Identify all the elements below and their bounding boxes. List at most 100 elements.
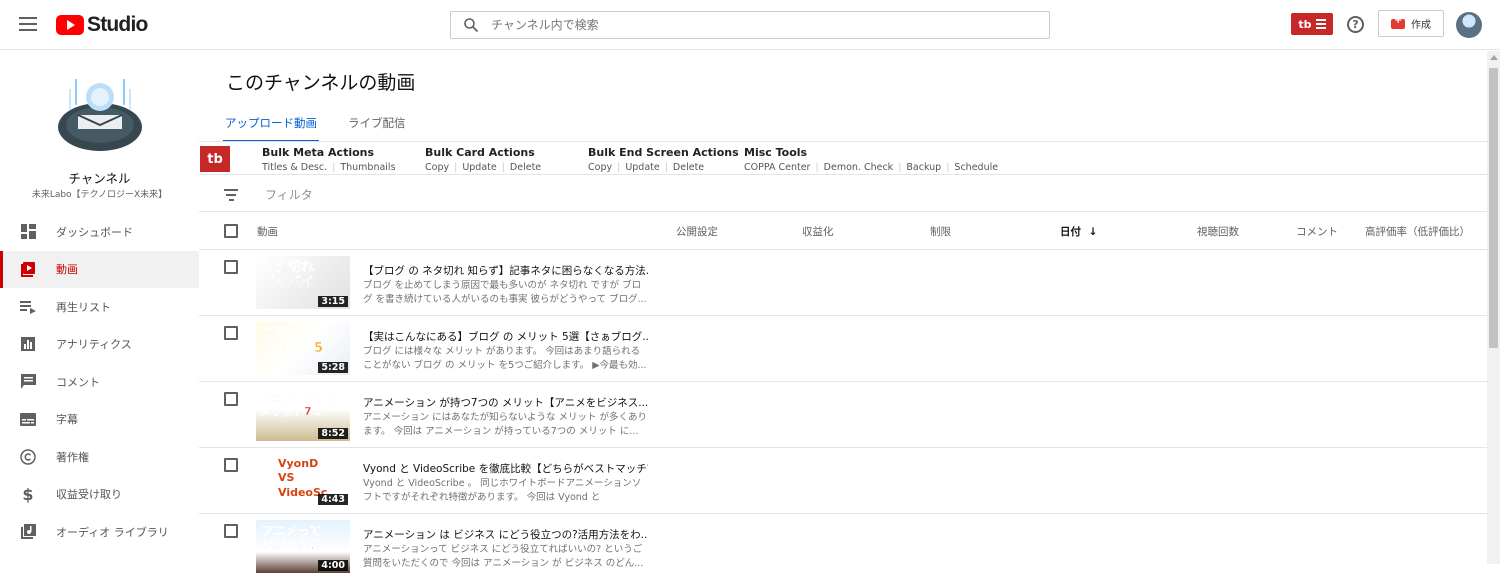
sidebar-item-playlists[interactable]: 再生リスト bbox=[0, 288, 199, 326]
channel-subtitle: 未来Labo【テクノロジーX未来】 bbox=[31, 190, 168, 200]
tubebuddy-menu-button[interactable]: tb bbox=[1291, 13, 1333, 35]
video-title[interactable]: アニメーション は ビジネス にどう役立つの?活用方法をわ... bbox=[363, 527, 648, 542]
column-date-label: 日付 bbox=[1060, 226, 1081, 238]
tab-uploads[interactable]: アップロード動画 bbox=[223, 115, 319, 142]
video-thumbnail[interactable]: アニメって ビジネスに 4:00 bbox=[256, 520, 350, 573]
table-row[interactable]: ブログ メリット5 5:28 【実はこんなにある】ブログ の メリット 5選【さ… bbox=[199, 316, 1487, 382]
tb-link-demon-check[interactable]: Demon. Check bbox=[824, 162, 894, 173]
tb-group-bulk-meta: Bulk Meta Actions Titles & Desc. | Thumbna… bbox=[262, 146, 396, 173]
sidebar-item-dashboard[interactable]: ダッシュボード bbox=[0, 213, 199, 251]
row-checkbox[interactable] bbox=[224, 260, 238, 274]
tb-link-titles-desc[interactable]: Titles & Desc. bbox=[262, 162, 327, 173]
channel-avatar[interactable] bbox=[56, 75, 144, 153]
tb-link-delete[interactable]: Delete bbox=[673, 162, 704, 173]
column-date[interactable]: 日付 ↓ bbox=[1060, 224, 1097, 239]
column-likes[interactable]: 高評価率（低評価比） bbox=[1365, 224, 1470, 239]
sidebar-item-copyright[interactable]: 著作権 bbox=[0, 438, 199, 476]
column-comments[interactable]: コメント bbox=[1296, 224, 1338, 239]
tb-group-title: Misc Tools bbox=[744, 146, 808, 159]
tb-group-bulk-end-screen: Bulk End Screen Actions Copy | Update | Dele… bbox=[588, 146, 739, 173]
select-all-checkbox[interactable] bbox=[224, 224, 238, 238]
tb-link-copy[interactable]: Copy bbox=[425, 162, 449, 173]
sidebar-item-monetization[interactable]: $ 収益受け取り bbox=[0, 476, 199, 514]
row-checkbox[interactable] bbox=[224, 326, 238, 340]
tb-group-misc-tools: Misc Tools COPPA Center | Demon. Check | Bac… bbox=[744, 146, 999, 173]
column-monetization[interactable]: 収益化 bbox=[802, 224, 834, 239]
video-description: アニメーション にはあなたが知らないような メリット が多くあります。 今回は … bbox=[363, 412, 647, 437]
tb-link-update[interactable]: Update bbox=[462, 162, 496, 173]
sidebar-item-analytics[interactable]: アナリティクス bbox=[0, 326, 199, 364]
search-input[interactable] bbox=[491, 18, 1049, 32]
sidebar-item-videos[interactable]: 動画 bbox=[0, 250, 199, 288]
tabs: アップロード動画 ライブ配信 bbox=[223, 115, 437, 142]
table-row[interactable]: アニメーション メリット7つ 8:52 アニメーション が持つ7つの メリット【… bbox=[199, 382, 1487, 448]
tubebuddy-logo[interactable]: tb bbox=[200, 146, 230, 172]
create-label: 作成 bbox=[1411, 20, 1431, 31]
youtube-play-icon bbox=[56, 15, 84, 35]
search-icon[interactable] bbox=[451, 17, 491, 33]
video-description: ブログ を止めてしまう原因で最も多いのが ネタ切れ ですが ブログ を書き続けて… bbox=[363, 280, 647, 305]
sidebar-item-label: コメント bbox=[56, 375, 100, 389]
tb-link-copy[interactable]: Copy bbox=[588, 162, 612, 173]
video-description: ブログ には様々な メリット があります。 今回はあまり語られることがない ブロ… bbox=[363, 346, 647, 371]
sidebar-item-comments[interactable]: コメント bbox=[0, 363, 199, 401]
table-row[interactable]: ネタ切れ バイバイ 3:15 【ブログ の ネタ切れ 知らず】記事ネタに困らなく… bbox=[199, 250, 1487, 316]
video-title[interactable]: 【実はこんなにある】ブログ の メリット 5選【さぁブログ... bbox=[363, 329, 648, 344]
sidebar-item-subtitles[interactable]: 字幕 bbox=[0, 401, 199, 439]
table-row[interactable]: アニメって ビジネスに 4:00 アニメーション は ビジネス にどう役立つの?… bbox=[199, 514, 1487, 580]
column-views[interactable]: 視聴回数 bbox=[1197, 224, 1239, 239]
tb-link-backup[interactable]: Backup bbox=[906, 162, 941, 173]
tb-group-title: Bulk Card Actions bbox=[425, 146, 535, 159]
filter-bar[interactable]: フィルタ bbox=[199, 175, 1487, 212]
sidebar-item-label: アナリティクス bbox=[56, 338, 132, 352]
search-box[interactable] bbox=[450, 11, 1050, 39]
table-row[interactable]: VyonD VS VideoSc 4:43 Vyond と VideoScrib… bbox=[199, 448, 1487, 514]
tb-link-schedule[interactable]: Schedule bbox=[954, 162, 998, 173]
video-title[interactable]: 【ブログ の ネタ切れ 知らず】記事ネタに困らなくなる方法... bbox=[363, 263, 648, 278]
help-icon[interactable]: ? bbox=[1347, 16, 1364, 33]
monetization-icon: $ bbox=[22, 484, 34, 504]
video-thumbnail[interactable]: ネタ切れ バイバイ 3:15 bbox=[256, 256, 350, 309]
scroll-up-arrow-icon[interactable] bbox=[1490, 55, 1498, 60]
account-avatar[interactable] bbox=[1456, 12, 1482, 38]
row-checkbox[interactable] bbox=[224, 392, 238, 406]
menu-icon[interactable] bbox=[19, 17, 37, 31]
video-thumbnail[interactable]: アニメーション メリット7つ 8:52 bbox=[256, 388, 350, 441]
video-thumbnail[interactable]: VyonD VS VideoSc 4:43 bbox=[256, 454, 350, 507]
tab-live[interactable]: ライブ配信 bbox=[348, 115, 406, 142]
video-thumbnail[interactable]: ブログ メリット5 5:28 bbox=[256, 322, 350, 375]
videos-icon bbox=[20, 261, 36, 278]
tb-group-bulk-card: Bulk Card Actions Copy | Update | Delete bbox=[425, 146, 542, 173]
thumbnail-text: ネタ切れ バイバイ bbox=[262, 260, 315, 290]
row-checkbox[interactable] bbox=[224, 524, 238, 538]
sidebar-item-label: 著作権 bbox=[56, 450, 89, 464]
create-button[interactable]: 作成 bbox=[1378, 10, 1444, 37]
thumbnail-text: ブログ メリット5 bbox=[262, 326, 324, 356]
column-restrictions[interactable]: 制限 bbox=[930, 224, 951, 239]
scrollbar-thumb[interactable] bbox=[1489, 68, 1498, 348]
studio-logo[interactable]: Studio bbox=[56, 13, 148, 37]
filter-icon[interactable] bbox=[224, 189, 238, 204]
video-title[interactable]: アニメーション が持つ7つの メリット【アニメをビジネス... bbox=[363, 395, 648, 410]
column-visibility[interactable]: 公開設定 bbox=[676, 224, 718, 239]
channel-name: チャンネル bbox=[68, 171, 131, 186]
video-duration: 4:00 bbox=[318, 560, 348, 571]
page-title: このチャンネルの動画 bbox=[226, 72, 416, 94]
sidebar-item-label: 収益受け取り bbox=[56, 488, 122, 502]
table-header: 動画 公開設定 収益化 制限 日付 ↓ 視聴回数 コメント 高評価率（低評価比） bbox=[199, 212, 1487, 250]
sidebar-item-audio-library[interactable]: オーディオ ライブラリ bbox=[0, 513, 199, 551]
tb-link-update[interactable]: Update bbox=[625, 162, 659, 173]
scrollbar[interactable] bbox=[1487, 51, 1500, 564]
row-checkbox[interactable] bbox=[224, 458, 238, 472]
logo-text: Studio bbox=[87, 13, 148, 36]
tb-link-thumbnails[interactable]: Thumbnails bbox=[340, 162, 395, 173]
comments-icon bbox=[20, 374, 36, 390]
video-duration: 5:28 bbox=[318, 362, 348, 373]
video-title[interactable]: Vyond と VideoScribe を徹底比較【どちらがベストマッチ?】 bbox=[363, 461, 648, 476]
video-duration: 8:52 bbox=[318, 428, 348, 439]
tb-link-delete[interactable]: Delete bbox=[510, 162, 541, 173]
tb-link-coppa-center[interactable]: COPPA Center bbox=[744, 162, 810, 173]
arrow-down-icon: ↓ bbox=[1088, 226, 1098, 238]
video-duration: 3:15 bbox=[318, 296, 348, 307]
filter-input[interactable]: フィルタ bbox=[265, 186, 313, 203]
